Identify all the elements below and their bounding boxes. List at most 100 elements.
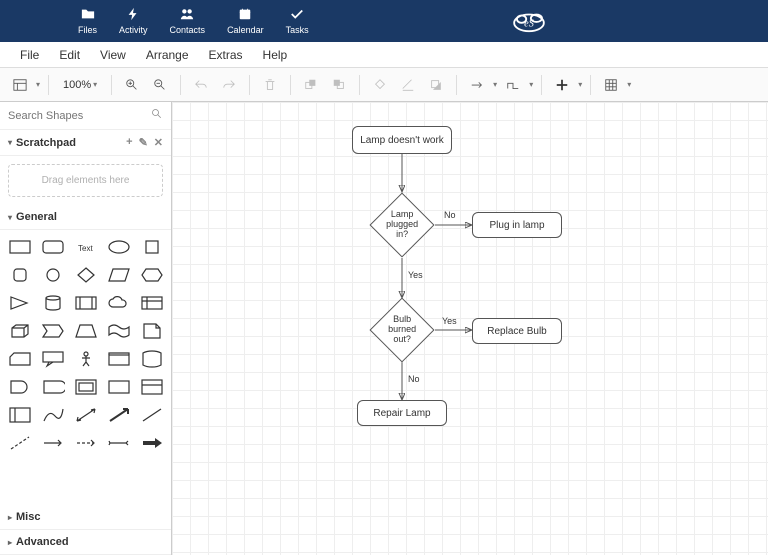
search-input[interactable] <box>8 110 151 122</box>
shape-line[interactable] <box>138 404 165 426</box>
connection-button[interactable] <box>465 73 489 97</box>
shape-diamond[interactable] <box>72 264 99 286</box>
add-icon[interactable]: + <box>126 136 132 149</box>
shape-link[interactable] <box>105 432 132 454</box>
zoom-level[interactable]: 100%▾ <box>57 79 103 91</box>
scratchpad-actions: + ✎ ✕ <box>126 136 163 149</box>
shape-tape[interactable] <box>105 320 132 342</box>
redo-button[interactable] <box>217 73 241 97</box>
chevron-down-icon: ▾ <box>493 80 497 89</box>
shape-or[interactable] <box>138 348 165 370</box>
shape-container[interactable] <box>105 348 132 370</box>
shape-cube[interactable] <box>6 320 33 342</box>
view-mode-button[interactable] <box>8 73 32 97</box>
app-tasks[interactable]: Tasks <box>278 5 317 37</box>
shape-callout[interactable] <box>39 348 66 370</box>
advanced-header[interactable]: ▸ Advanced <box>0 530 171 555</box>
node-repair-lamp[interactable]: Repair Lamp <box>357 400 447 426</box>
shape-ellipse[interactable] <box>105 236 132 258</box>
zoom-in-button[interactable] <box>120 73 144 97</box>
node-replace-bulb[interactable]: Replace Bulb <box>472 318 562 344</box>
table-button[interactable] <box>599 73 623 97</box>
shape-hswimlane[interactable] <box>6 404 33 426</box>
delete-button[interactable] <box>258 73 282 97</box>
shape-text[interactable]: Text <box>72 236 99 258</box>
node-start[interactable]: Lamp doesn't work <box>352 126 452 154</box>
separator <box>541 75 542 95</box>
misc-header[interactable]: ▸ Misc <box>0 505 171 530</box>
section-title: Advanced <box>16 536 69 548</box>
shape-rect2[interactable] <box>105 376 132 398</box>
app-contacts[interactable]: Contacts <box>162 5 214 37</box>
shape-step[interactable] <box>39 320 66 342</box>
app-activity[interactable]: Activity <box>111 5 156 37</box>
shape-process[interactable] <box>72 292 99 314</box>
edge-label-no: No <box>444 210 456 220</box>
shape-data-store[interactable] <box>39 376 66 398</box>
scratchpad-drop-area[interactable]: Drag elements here <box>8 164 163 197</box>
fill-color-button[interactable] <box>368 73 392 97</box>
shape-actor[interactable] <box>72 348 99 370</box>
node-decision-plugged[interactable]: Lamp plugged in? <box>369 192 434 257</box>
app-calendar[interactable]: Calendar <box>219 5 272 37</box>
main-area: ▾ Scratchpad + ✎ ✕ Drag elements here ▾ … <box>0 102 768 555</box>
shape-dashed-line[interactable] <box>6 432 33 454</box>
waypoint-button[interactable] <box>501 73 525 97</box>
shape-circle[interactable] <box>39 264 66 286</box>
shape-rectangle[interactable] <box>6 236 33 258</box>
node-label: Lamp plugged in? <box>380 210 424 240</box>
shadow-button[interactable] <box>424 73 448 97</box>
shapes-palette: Text <box>0 230 171 460</box>
sidebar: ▾ Scratchpad + ✎ ✕ Drag elements here ▾ … <box>0 102 172 555</box>
general-header[interactable]: ▾ General <box>0 205 171 230</box>
edit-icon[interactable]: ✎ <box>139 136 148 149</box>
menu-help[interactable]: Help <box>253 44 298 66</box>
to-front-button[interactable] <box>299 73 323 97</box>
shape-list[interactable] <box>138 376 165 398</box>
insert-button[interactable] <box>550 73 574 97</box>
shape-trapezoid[interactable] <box>72 320 99 342</box>
search-icon <box>151 108 163 123</box>
menu-file[interactable]: File <box>10 44 49 66</box>
shape-cylinder[interactable] <box>39 292 66 314</box>
node-label: Bulb burned out? <box>380 315 424 345</box>
diagram-canvas[interactable]: Lamp doesn't work Lamp plugged in? No Ye… <box>172 102 768 555</box>
chevron-down-icon: ▾ <box>36 80 40 89</box>
menu-extras[interactable]: Extras <box>199 44 253 66</box>
shape-arrow[interactable] <box>105 404 132 426</box>
to-back-button[interactable] <box>327 73 351 97</box>
app-label: Tasks <box>286 25 309 35</box>
shape-square[interactable] <box>138 236 165 258</box>
shape-thick-arrow[interactable] <box>138 432 165 454</box>
shape-parallelogram[interactable] <box>105 264 132 286</box>
folder-icon <box>81 7 95 25</box>
shape-triangle[interactable] <box>6 292 33 314</box>
undo-button[interactable] <box>189 73 213 97</box>
shape-cloud[interactable] <box>105 292 132 314</box>
shape-and[interactable] <box>6 376 33 398</box>
shape-bidir-arrow[interactable] <box>72 404 99 426</box>
shape-rounded-square[interactable] <box>6 264 33 286</box>
shape-note[interactable] <box>138 320 165 342</box>
menu-arrange[interactable]: Arrange <box>136 44 199 66</box>
node-plug-in[interactable]: Plug in lamp <box>472 212 562 238</box>
shape-dashed-arrow[interactable] <box>72 432 99 454</box>
shape-rounded-rect[interactable] <box>39 236 66 258</box>
shape-internal-storage[interactable] <box>138 292 165 314</box>
shape-hexagon[interactable] <box>138 264 165 286</box>
shape-card[interactable] <box>6 348 33 370</box>
menu-view[interactable]: View <box>90 44 136 66</box>
zoom-out-button[interactable] <box>148 73 172 97</box>
app-label: Files <box>78 25 97 35</box>
node-decision-bulb[interactable]: Bulb burned out? <box>369 297 434 362</box>
menu-edit[interactable]: Edit <box>49 44 90 66</box>
close-icon[interactable]: ✕ <box>154 136 163 149</box>
section-title: General <box>16 211 57 223</box>
app-files[interactable]: Files <box>70 5 105 37</box>
line-color-button[interactable] <box>396 73 420 97</box>
shape-line-arrow[interactable] <box>39 432 66 454</box>
caret-down-icon: ▾ <box>8 138 12 147</box>
shape-frame[interactable] <box>72 376 99 398</box>
scratchpad-header[interactable]: ▾ Scratchpad + ✎ ✕ <box>0 130 171 156</box>
shape-curve[interactable] <box>39 404 66 426</box>
